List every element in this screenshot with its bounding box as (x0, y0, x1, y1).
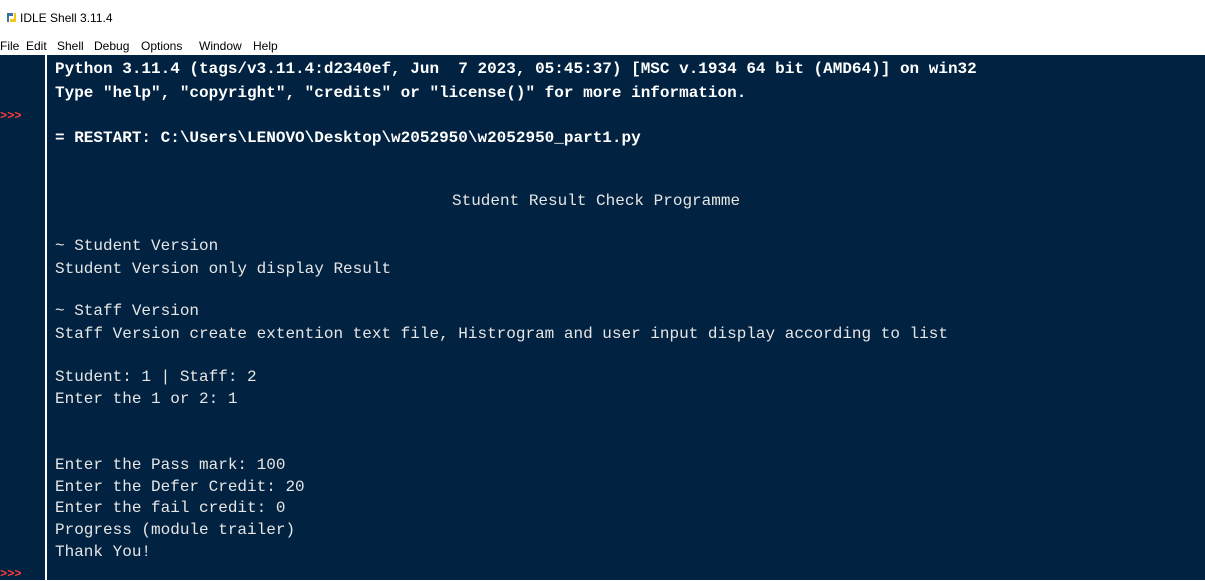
staff-version-heading: ~ Staff Version (55, 302, 200, 320)
menu-file[interactable]: File (0, 39, 19, 53)
python-idle-icon (5, 11, 18, 24)
thank-you-output: Thank You! (55, 543, 152, 561)
choice-menu: Student: 1 | Staff: 2 (55, 368, 257, 386)
banner-line-1: Python 3.11.4 (tags/v3.11.4:d2340ef, Jun… (55, 60, 977, 78)
menu-help[interactable]: Help (253, 39, 278, 53)
prompt-gutter: >>> >>> (0, 55, 45, 581)
menu-edit[interactable]: Edit (26, 39, 47, 53)
menu-shell[interactable]: Shell (57, 39, 84, 53)
program-title: Student Result Check Programme (452, 192, 741, 210)
shell-text-area[interactable]: >>> >>> Python 3.11.4 (tags/v3.11.4:d234… (0, 55, 1205, 581)
student-version-heading: ~ Student Version (55, 237, 219, 255)
menu-window[interactable]: Window (199, 39, 242, 53)
menu-debug[interactable]: Debug (94, 39, 129, 53)
defer-credit-input: Enter the Defer Credit: 20 (55, 478, 305, 496)
progress-output: Progress (module trailer) (55, 521, 296, 539)
fail-credit-input: Enter the fail credit: 0 (55, 499, 286, 517)
window-title: IDLE Shell 3.11.4 (20, 11, 113, 25)
prompt-marker: >>> (0, 109, 22, 123)
student-version-desc: Student Version only display Result (55, 260, 392, 278)
menu-options[interactable]: Options (141, 39, 182, 53)
banner-line-2: Type "help", "copyright", "credits" or "… (55, 84, 747, 102)
prompt-marker: >>> (0, 567, 22, 581)
pass-mark-input: Enter the Pass mark: 100 (55, 456, 286, 474)
gutter-separator (45, 55, 47, 580)
title-bar: IDLE Shell 3.11.4 (0, 0, 1205, 37)
choice-input: Enter the 1 or 2: 1 (55, 390, 238, 408)
menu-bar: File Edit Shell Debug Options Window Hel… (0, 37, 1205, 55)
staff-version-desc: Staff Version create extention text file… (55, 325, 948, 343)
restart-line: = RESTART: C:\Users\LENOVO\Desktop\w2052… (55, 129, 641, 147)
